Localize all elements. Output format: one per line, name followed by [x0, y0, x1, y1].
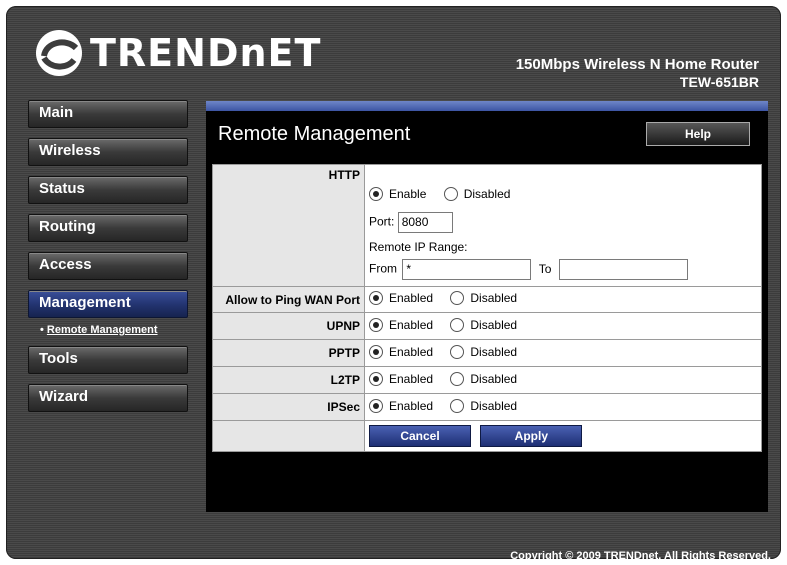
upnp-disabled-radio[interactable]: Disabled [450, 317, 517, 332]
nav-main[interactable]: Main [28, 100, 188, 128]
nav-routing[interactable]: Routing [28, 214, 188, 242]
upnp-row: UPNP Enabled Disabled [212, 312, 762, 340]
product-info: 150Mbps Wireless N Home Router TEW-651BR [516, 56, 759, 90]
from-label: From [369, 261, 397, 276]
pptp-enabled-radio[interactable]: Enabled [369, 344, 433, 359]
cancel-button[interactable]: Cancel [369, 425, 471, 447]
pptp-disabled-radio[interactable]: Disabled [450, 344, 517, 359]
port-label: Port: [369, 214, 395, 229]
nav-management[interactable]: Management [28, 290, 188, 318]
http-label: HTTP [212, 164, 365, 287]
page-title: Remote Management [218, 123, 411, 145]
radio-unselected-icon [443, 187, 458, 201]
radio-selected-icon [369, 317, 383, 332]
radio-unselected-icon [450, 398, 465, 413]
remote-ip-range-label: Remote IP Range: [369, 240, 468, 254]
remote-management-form: HTTP Enable Disabled Port: 8080 Remote I… [212, 164, 762, 452]
l2tp-disabled-radio[interactable]: Disabled [450, 371, 517, 386]
radio-unselected-icon [450, 291, 465, 305]
l2tp-row: L2TP Enabled Disabled [212, 366, 762, 394]
panel-header-bar [206, 101, 768, 111]
http-row: HTTP Enable Disabled Port: 8080 Remote I… [212, 164, 762, 287]
content-panel: Remote Management Help HTTP Enable Disab… [206, 101, 768, 512]
nav-wizard[interactable]: Wizard [28, 384, 188, 412]
radio-selected-icon [369, 344, 383, 359]
brand-logo: TRENDnET [36, 30, 321, 76]
product-model: TEW-651BR [679, 74, 759, 90]
radio-selected-icon [369, 187, 383, 201]
http-enable-radio[interactable]: Enable [369, 187, 426, 201]
port-input[interactable]: 8080 [397, 212, 453, 233]
copyright-text: Copyright © 2009 TRENDnet. All Rights Re… [510, 550, 771, 562]
ping-enabled-radio[interactable]: Enabled [369, 291, 433, 305]
ipsec-row: IPSec Enabled Disabled [212, 393, 762, 421]
nav-access[interactable]: Access [28, 252, 188, 280]
ping-row: Allow to Ping WAN Port Enabled Disabled [212, 286, 762, 313]
http-disabled-radio[interactable]: Disabled [443, 187, 510, 201]
l2tp-label: L2TP [212, 366, 365, 394]
l2tp-enabled-radio[interactable]: Enabled [369, 371, 433, 386]
ipsec-disabled-radio[interactable]: Disabled [450, 398, 517, 413]
radio-selected-icon [369, 398, 383, 413]
subnav: • Remote Management [40, 324, 158, 336]
radio-selected-icon [369, 371, 383, 386]
product-name: 150Mbps Wireless N Home Router [515, 56, 759, 73]
sidebar-nav: Main Wireless Status Routing Access Mana… [28, 100, 188, 422]
radio-selected-icon [369, 291, 383, 305]
ping-label: Allow to Ping WAN Port [212, 286, 365, 313]
ipsec-enabled-radio[interactable]: Enabled [369, 398, 433, 413]
trendnet-logo-icon [36, 30, 82, 76]
to-label: To [538, 261, 552, 276]
ipsec-label: IPSec [212, 393, 365, 421]
ping-disabled-radio[interactable]: Disabled [450, 291, 517, 305]
to-ip-input[interactable] [558, 259, 688, 280]
from-ip-input[interactable]: * [402, 259, 532, 280]
help-button[interactable]: Help [646, 122, 750, 146]
radio-unselected-icon [450, 344, 465, 359]
actions-row: Cancel Apply [212, 420, 762, 452]
nav-wireless[interactable]: Wireless [28, 138, 188, 166]
upnp-enabled-radio[interactable]: Enabled [369, 317, 433, 332]
nav-tools[interactable]: Tools [28, 346, 188, 374]
subnav-remote-management[interactable]: Remote Management [47, 324, 158, 336]
apply-button[interactable]: Apply [480, 425, 583, 447]
logo-text: TRENDnET [90, 31, 322, 75]
pptp-label: PPTP [212, 339, 365, 367]
radio-unselected-icon [450, 317, 465, 332]
radio-unselected-icon [450, 371, 465, 386]
nav-status[interactable]: Status [28, 176, 188, 204]
upnp-label: UPNP [212, 312, 365, 340]
pptp-row: PPTP Enabled Disabled [212, 339, 762, 367]
